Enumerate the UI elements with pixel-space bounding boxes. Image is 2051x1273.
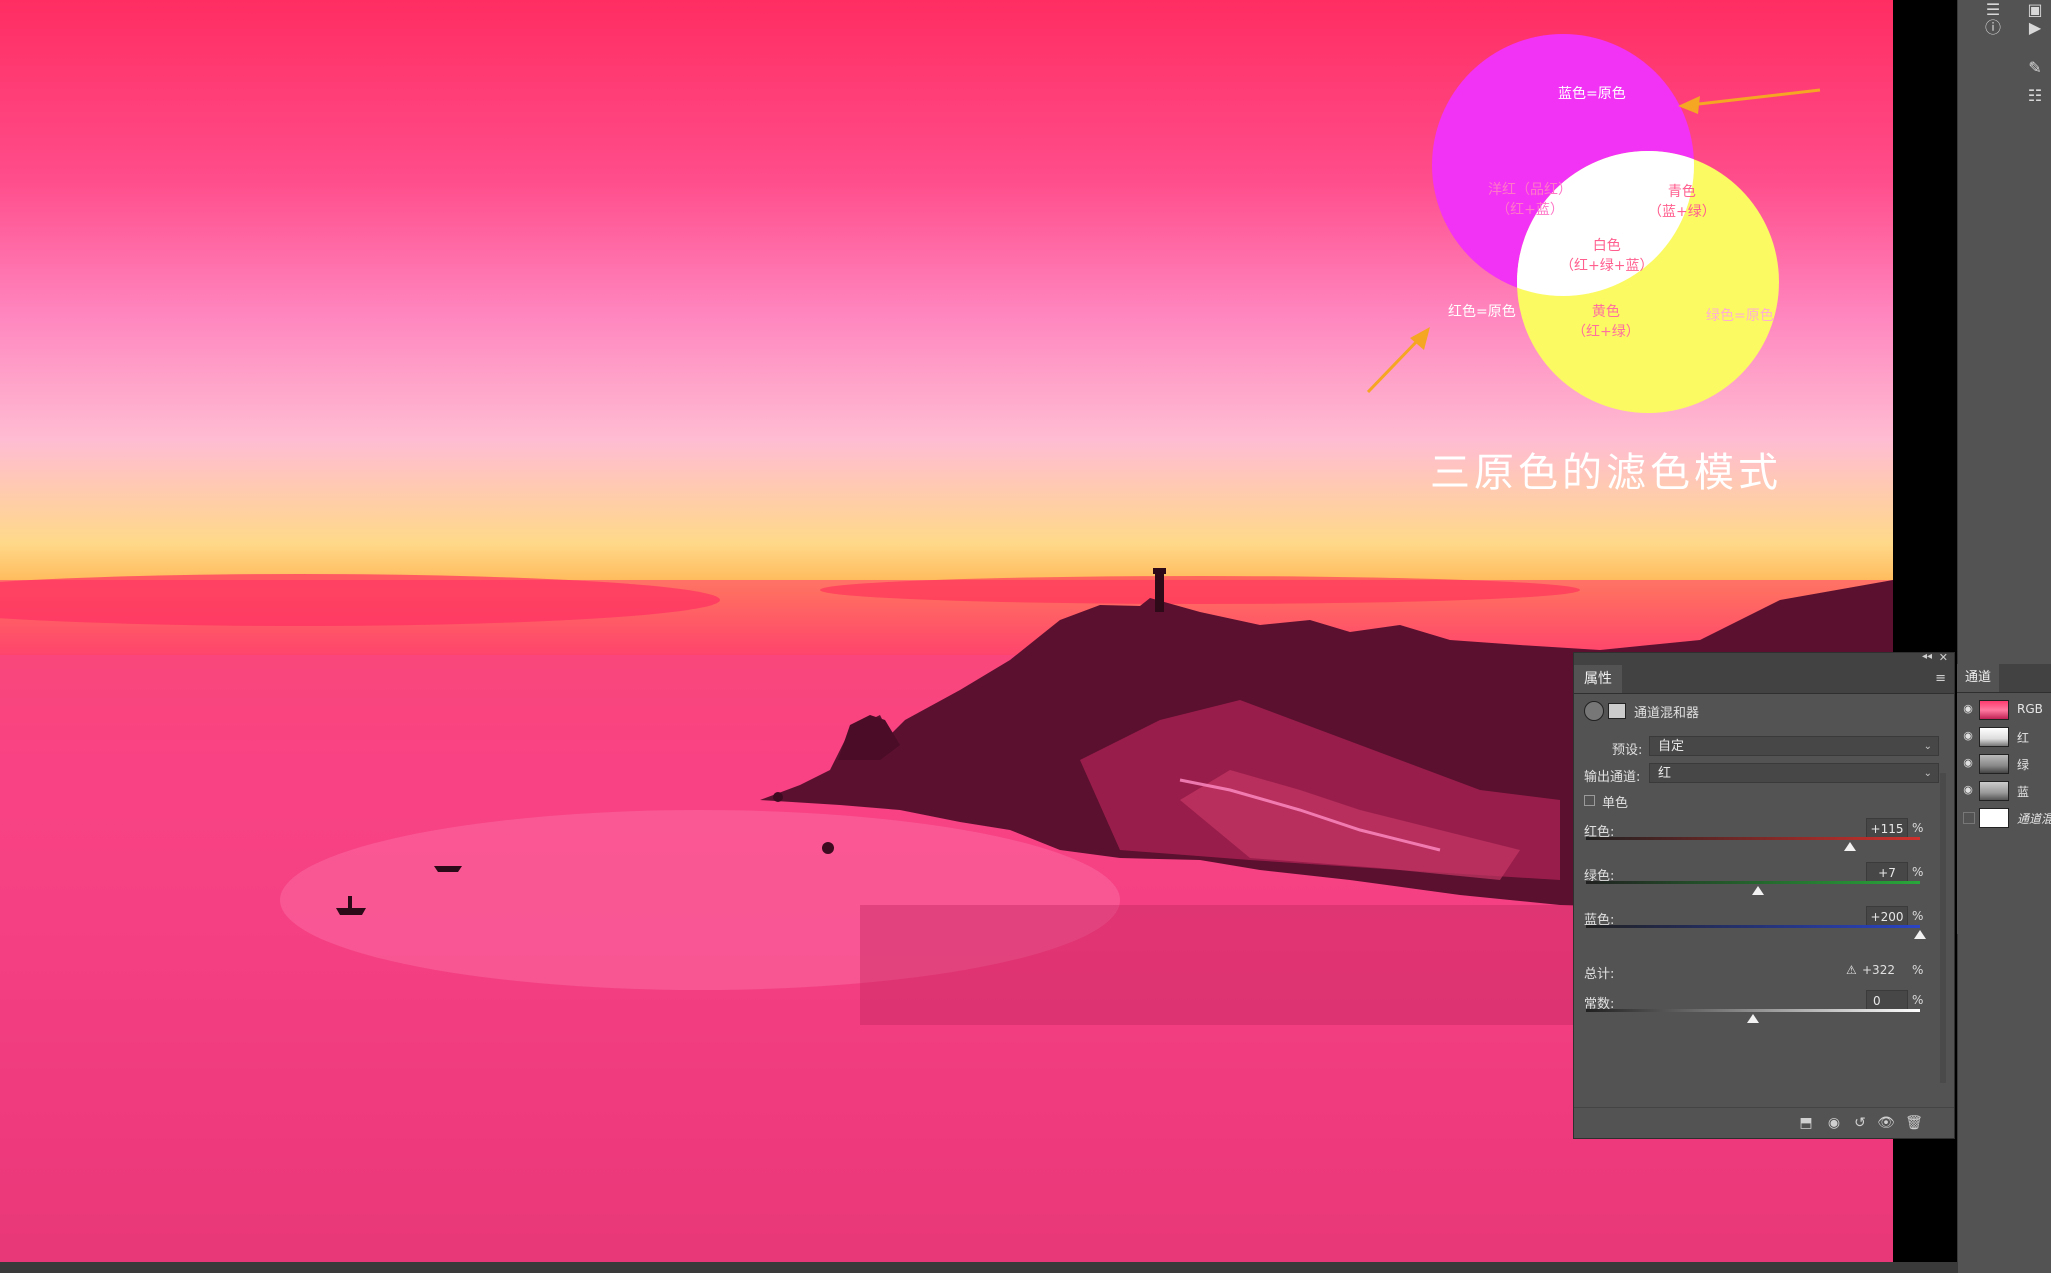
layer-mask-icon[interactable] bbox=[1608, 703, 1626, 719]
channel-thumbnail bbox=[1979, 808, 2009, 828]
panel-menu-icon[interactable]: ≡ bbox=[1935, 671, 1946, 686]
close-icon[interactable]: ✕ bbox=[1939, 651, 1948, 664]
slider-track[interactable] bbox=[1586, 837, 1920, 840]
preset-select[interactable]: 自定 ⌄ bbox=[1649, 736, 1939, 756]
channel-mixer-icon bbox=[1584, 701, 1604, 721]
channel-row[interactable]: ◉ RGB bbox=[1957, 696, 2051, 723]
channel-row[interactable]: ◉ 红 bbox=[1957, 723, 2051, 750]
constant-slider-track[interactable] bbox=[1586, 1009, 1920, 1012]
history-icon[interactable]: ☰ bbox=[1982, 0, 2004, 20]
eye-icon[interactable]: ◉ bbox=[1961, 729, 1975, 743]
channel-thumbnail bbox=[1979, 754, 2009, 774]
constant-input[interactable]: 0 bbox=[1866, 990, 1908, 1010]
panel-scrollbar[interactable] bbox=[1940, 773, 1946, 1083]
eye-icon[interactable]: ◉ bbox=[1961, 756, 1975, 770]
monochrome-checkbox[interactable] bbox=[1584, 795, 1595, 806]
slider-value-input[interactable]: +115 bbox=[1866, 818, 1908, 838]
slider-track[interactable] bbox=[1586, 925, 1920, 928]
visibility-icon[interactable]: 👁 bbox=[1876, 1113, 1896, 1133]
monochrome-label: 单色 bbox=[1602, 796, 1629, 811]
collapse-icon[interactable]: ◂◂ bbox=[1922, 651, 1932, 662]
slider-value-input[interactable]: +200 bbox=[1866, 906, 1908, 926]
channel-row[interactable]: 通道混... bbox=[1957, 804, 2051, 831]
channels-panel: 通道 ◉ RGB ◉ 红 ◉ 绿 ◉ 蓝 通道混... bbox=[1957, 664, 2051, 934]
slider-value-input[interactable]: +7 bbox=[1866, 862, 1908, 882]
right-dock: ☰ ⓘ ▣ ▶ ✎ ☷ bbox=[1957, 0, 2051, 1273]
adjustment-name: 通道混和器 bbox=[1634, 706, 1700, 721]
delete-icon[interactable]: 🗑 bbox=[1904, 1113, 1924, 1133]
tab-channels[interactable]: 通道 bbox=[1957, 664, 2000, 692]
chevron-down-icon: ⌄ bbox=[1923, 768, 1932, 779]
slider-track[interactable] bbox=[1586, 881, 1920, 884]
eye-off-icon[interactable] bbox=[1963, 812, 1975, 824]
slider-thumb[interactable] bbox=[1752, 886, 1764, 895]
panel-footer: ⬒ ◉ ↺ 👁 🗑 bbox=[1574, 1107, 1954, 1138]
eye-icon[interactable]: ◉ bbox=[1961, 702, 1975, 716]
channel-row[interactable]: ◉ 蓝 bbox=[1957, 777, 2051, 804]
yellow-label: 黄色 （红+绿） bbox=[1572, 304, 1640, 340]
warning-icon: ⚠ bbox=[1846, 963, 1857, 977]
total-percent: % bbox=[1912, 963, 1924, 977]
panel-icon[interactable]: ▣ bbox=[2024, 0, 2046, 20]
properties-panel: ◂◂ ✕ 属性 ≡ 通道混和器 预设: 自定 ⌄ 输出通道: 红 ⌄ 单色 红色… bbox=[1573, 651, 1955, 1139]
red-primary-label: 红色=原色 bbox=[1448, 304, 1516, 320]
slider-percent: % bbox=[1912, 909, 1924, 923]
channel-thumbnail bbox=[1979, 700, 2009, 720]
constant-slider-thumb[interactable] bbox=[1747, 1014, 1759, 1023]
eye-icon[interactable]: ◉ bbox=[1961, 783, 1975, 797]
total-value: +322 bbox=[1862, 963, 1895, 977]
white-label: 白色 （红+绿+蓝） bbox=[1560, 238, 1654, 274]
preset-label: 预设: bbox=[1612, 743, 1643, 758]
venn-title: 三原色的滤色模式 bbox=[1430, 450, 1782, 496]
slider-percent: % bbox=[1912, 865, 1924, 879]
slider-thumb[interactable] bbox=[1843, 842, 1856, 851]
cyan-label: 青色 （蓝+绿） bbox=[1648, 184, 1716, 220]
output-channel-select[interactable]: 红 ⌄ bbox=[1649, 763, 1939, 783]
reset-icon[interactable]: ↺ bbox=[1850, 1113, 1870, 1133]
total-label: 总计: bbox=[1584, 967, 1615, 982]
adjustments-icon[interactable]: ☷ bbox=[2024, 86, 2046, 106]
channel-thumbnail bbox=[1979, 781, 2009, 801]
slider-percent: % bbox=[1912, 821, 1924, 835]
info-icon[interactable]: ⓘ bbox=[1982, 18, 2004, 38]
chevron-down-icon: ⌄ bbox=[1923, 741, 1932, 752]
channel-thumbnail bbox=[1979, 727, 2009, 747]
view-previous-icon[interactable]: ◉ bbox=[1824, 1113, 1844, 1133]
output-channel-label: 输出通道: bbox=[1584, 770, 1641, 785]
status-bar bbox=[0, 1262, 1957, 1273]
tab-properties[interactable]: 属性 bbox=[1574, 665, 1622, 693]
constant-percent: % bbox=[1912, 993, 1924, 1007]
blue-primary-label: 蓝色=原色 bbox=[1558, 86, 1626, 102]
clip-to-layer-icon[interactable]: ⬒ bbox=[1796, 1113, 1816, 1133]
green-primary-label: 绿色=原色 bbox=[1706, 308, 1774, 324]
brush-settings-icon[interactable]: ✎ bbox=[2024, 58, 2046, 78]
magenta-label: 洋红（品红） （红+蓝） bbox=[1488, 182, 1572, 218]
channel-row[interactable]: ◉ 绿 bbox=[1957, 750, 2051, 777]
play-icon[interactable]: ▶ bbox=[2024, 18, 2046, 38]
slider-thumb[interactable] bbox=[1914, 930, 1926, 939]
